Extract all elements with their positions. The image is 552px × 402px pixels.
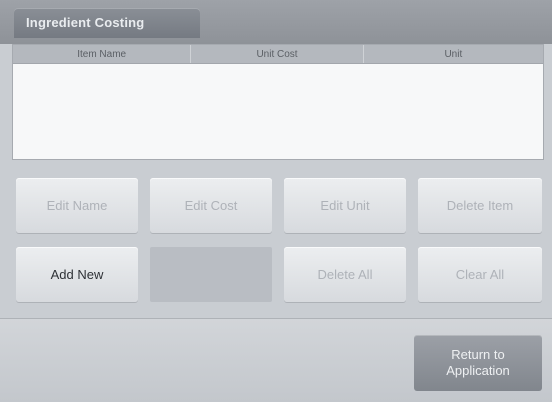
delete-all-button[interactable]: Delete All <box>284 247 406 302</box>
footer-bar: Return to Application <box>0 318 552 402</box>
action-button-grid: Edit Name Edit Cost Edit Unit Delete Ite… <box>12 166 544 316</box>
edit-name-button[interactable]: Edit Name <box>16 178 138 233</box>
title-tab: Ingredient Costing <box>14 8 200 38</box>
return-label-line2: Application <box>446 363 510 378</box>
ingredient-costing-screen: Ingredient Costing Item Name Unit Cost U… <box>0 0 552 402</box>
add-new-button[interactable]: Add New <box>16 247 138 302</box>
table-header: Item Name Unit Cost Unit <box>13 45 543 64</box>
empty-grid-slot <box>150 247 272 302</box>
ingredient-table[interactable]: Item Name Unit Cost Unit <box>12 44 544 160</box>
delete-item-button[interactable]: Delete Item <box>418 178 542 233</box>
clear-all-button[interactable]: Clear All <box>418 247 542 302</box>
return-label-line1: Return to <box>451 347 505 362</box>
column-header-item-name[interactable]: Item Name <box>13 45 192 63</box>
column-header-unit[interactable]: Unit <box>364 45 543 63</box>
table-body <box>13 64 543 160</box>
title-bar: Ingredient Costing <box>0 0 552 44</box>
edit-cost-button[interactable]: Edit Cost <box>150 178 272 233</box>
page-title: Ingredient Costing <box>26 15 145 30</box>
return-to-application-button[interactable]: Return to Application <box>414 335 542 391</box>
column-header-unit-cost[interactable]: Unit Cost <box>191 45 364 63</box>
return-button-label: Return to Application <box>446 347 510 379</box>
edit-unit-button[interactable]: Edit Unit <box>284 178 406 233</box>
